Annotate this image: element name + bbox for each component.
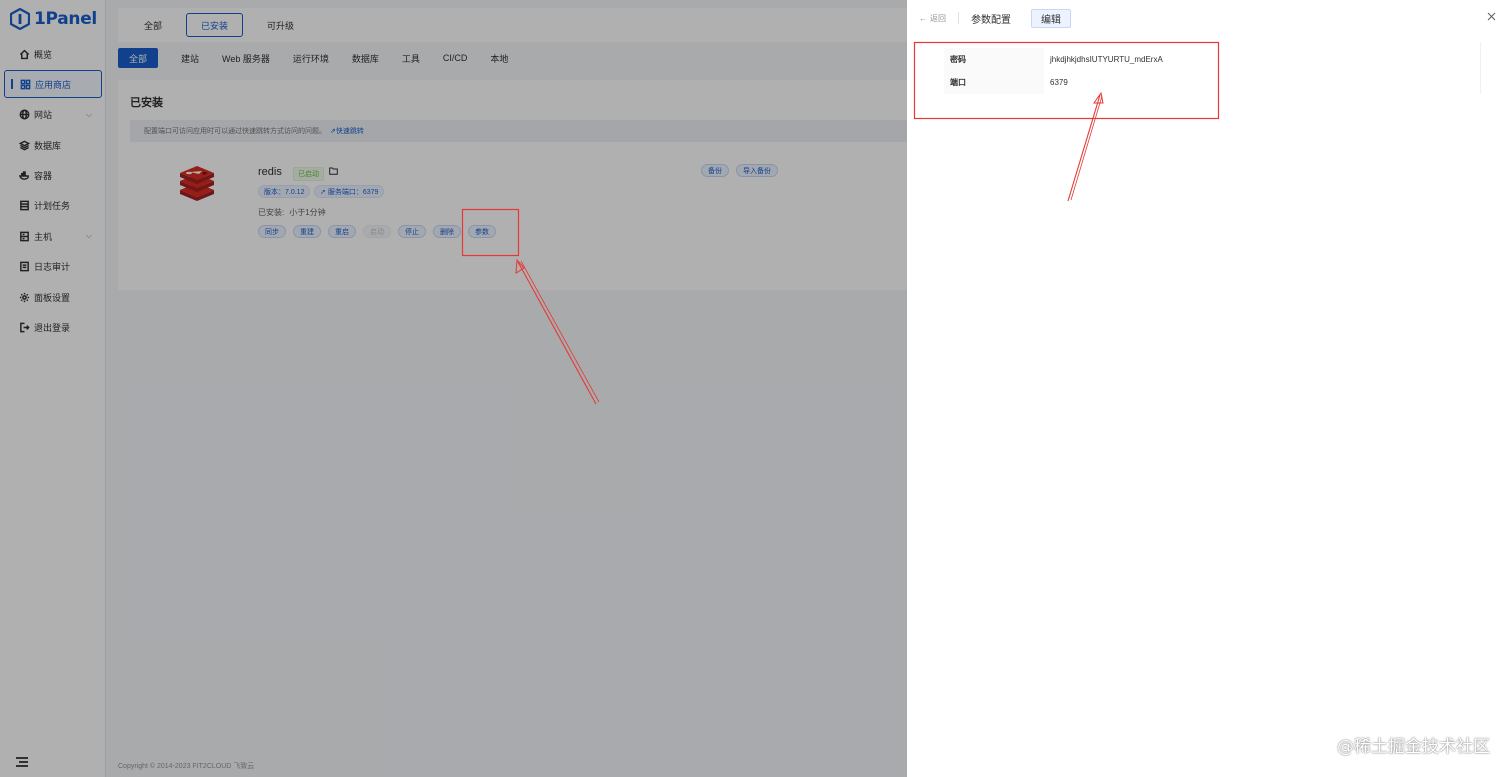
params-descriptions: 密码 jhkdjhkjdhsIUTYURTU_mdErxA 端口 6379 [944, 47, 1480, 94]
drawer-header: ← 返回 参数配置 编辑 [907, 0, 1512, 36]
watermark: @稀土掘金技术社区 [1337, 737, 1490, 757]
params-drawer: ← 返回 参数配置 编辑 密码 jhkdjhkjdhsIUTYURTU_mdEr… [907, 0, 1512, 777]
back-label: 返回 [930, 13, 946, 23]
param-label: 端口 [944, 70, 1044, 94]
drawer-title: 参数配置 [971, 14, 1011, 26]
param-label: 密码 [944, 47, 1044, 71]
edit-button[interactable]: 编辑 [1031, 8, 1071, 28]
param-row-port: 端口 6379 [944, 70, 1480, 94]
header-divider [958, 12, 959, 24]
close-icon[interactable] [1487, 12, 1496, 21]
descriptions-border [1480, 42, 1481, 94]
arrow-left-icon: ← [919, 13, 927, 23]
back-button[interactable]: ← 返回 [919, 13, 946, 24]
param-value: 6379 [1050, 77, 1068, 87]
drawer-overlay[interactable] [0, 0, 907, 777]
param-row-password: 密码 jhkdjhkjdhsIUTYURTU_mdErxA [944, 47, 1480, 71]
param-value: jhkdjhkjdhsIUTYURTU_mdErxA [1050, 54, 1163, 64]
